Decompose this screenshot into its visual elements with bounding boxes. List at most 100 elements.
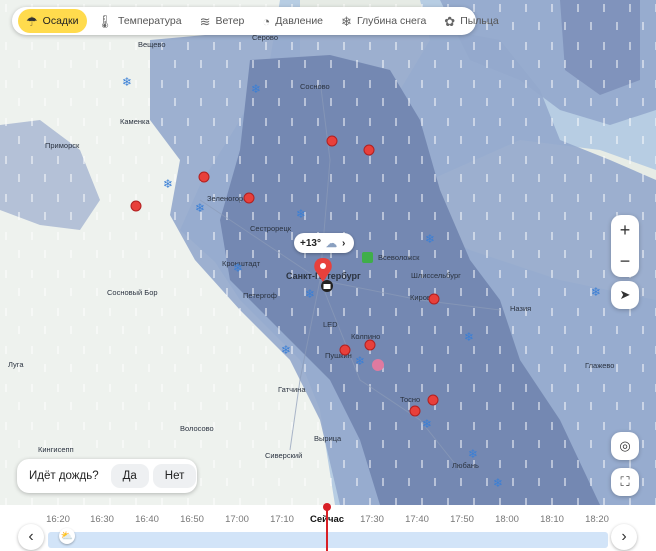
timeline-time-label[interactable]: 18:20 bbox=[585, 514, 609, 525]
snowflake-icon: ❄ bbox=[422, 417, 432, 431]
partly-cloudy-rain-icon: ☁ bbox=[325, 237, 337, 250]
umbrella-icon: ☂ bbox=[26, 13, 38, 29]
rain-question: Идёт дождь? bbox=[29, 470, 99, 482]
snowflake-icon: ❄ bbox=[233, 261, 243, 275]
place-label: Петергоф bbox=[243, 291, 277, 300]
pink-pollen-marker-icon bbox=[372, 359, 384, 371]
place-label: Тосно bbox=[400, 395, 420, 404]
place-label: Луга bbox=[8, 360, 24, 369]
timeline: 16:2016:3016:4016:5017:0017:10Сейчас17:3… bbox=[0, 505, 656, 551]
no-button[interactable]: Нет bbox=[152, 464, 197, 488]
timeline-time-label[interactable]: 17:10 bbox=[270, 514, 294, 525]
timeline-time-label[interactable]: 16:50 bbox=[180, 514, 204, 525]
weather-bubble[interactable]: +13° ☁ › bbox=[294, 233, 354, 253]
place-label: LED bbox=[323, 320, 338, 329]
snowflake-icon: ❄ bbox=[163, 177, 173, 191]
pollen-marker-icon bbox=[427, 394, 439, 406]
zoom-in-button[interactable]: + bbox=[611, 215, 639, 246]
tab-pressure[interactable]: ◔ Давление bbox=[254, 9, 331, 33]
tab-label: Давление bbox=[275, 15, 324, 27]
timeline-time-label[interactable]: 16:30 bbox=[90, 514, 114, 525]
timeline-time-label[interactable]: 18:10 bbox=[540, 514, 564, 525]
chevron-right-icon: › bbox=[621, 528, 627, 545]
current-time-dot bbox=[323, 503, 331, 511]
fullscreen-icon: ⛶ bbox=[620, 474, 630, 489]
snowflake-icon: ❄ bbox=[591, 285, 601, 299]
chevron-left-icon: ‹ bbox=[28, 528, 34, 545]
timeline-track[interactable] bbox=[48, 532, 608, 548]
place-label: Сосново bbox=[300, 82, 330, 91]
camera-marker-icon bbox=[321, 280, 333, 292]
current-time-marker bbox=[326, 505, 328, 551]
snowflake-icon: ❄ bbox=[305, 287, 315, 301]
place-label: Каменка bbox=[120, 117, 150, 126]
snowflake-icon: ❄ bbox=[122, 75, 132, 89]
snowflake-icon: ❄ bbox=[468, 447, 478, 461]
place-label: Сосновый Бор bbox=[107, 288, 158, 297]
place-label: Вещево bbox=[138, 40, 166, 49]
timeline-time-label[interactable]: 18:00 bbox=[495, 514, 519, 525]
snowflake-icon: ❄ bbox=[464, 330, 474, 344]
yes-button[interactable]: Да bbox=[110, 464, 149, 488]
timeline-time-label[interactable]: 17:50 bbox=[450, 514, 474, 525]
pollen-marker-icon bbox=[243, 192, 255, 204]
weather-cloud-icon: ⛅ bbox=[60, 530, 74, 542]
pressure-gauge-icon: ◔ bbox=[262, 13, 271, 29]
zoom-control: + − bbox=[611, 215, 639, 277]
thermometer-icon: 🌡 bbox=[96, 13, 114, 29]
tab-label: Осадки bbox=[42, 15, 79, 27]
pollen-marker-icon bbox=[130, 200, 142, 212]
snowflake-icon: ❄ bbox=[251, 82, 261, 96]
place-label: Любань bbox=[452, 461, 479, 470]
tab-pollen[interactable]: ✿ Пыльца bbox=[436, 9, 506, 33]
pollen-marker-icon bbox=[198, 171, 210, 183]
tab-label: Пыльца bbox=[460, 15, 499, 27]
snowflake-icon: ❄ bbox=[425, 232, 435, 246]
tab-label: Глубина снега bbox=[356, 15, 427, 27]
place-label: Всеволожск bbox=[378, 253, 420, 262]
timeline-prev-button[interactable]: ‹ bbox=[18, 524, 44, 550]
temperature-value: +13° bbox=[300, 237, 321, 249]
timeline-time-label[interactable]: 17:30 bbox=[360, 514, 384, 525]
place-label: Приморск bbox=[45, 141, 80, 150]
green-pollen-marker-icon bbox=[362, 252, 373, 263]
rain-feedback-panel: Идёт дождь? Да Нет bbox=[17, 459, 197, 493]
pollen-marker-icon bbox=[364, 339, 376, 351]
layer-tabs: ☂ Осадки 🌡 Температура ≋ Ветер ◔ Давлени… bbox=[12, 7, 499, 35]
timeline-next-button[interactable]: › bbox=[611, 524, 637, 550]
pollen-marker-icon bbox=[428, 293, 440, 305]
place-label: Вырица bbox=[314, 434, 342, 443]
pollen-marker-icon bbox=[326, 135, 338, 147]
locate-me-button[interactable]: ➤ bbox=[611, 281, 639, 309]
snowflake-icon: ❄ bbox=[493, 476, 503, 490]
fullscreen-button[interactable]: ⛶ bbox=[611, 468, 639, 496]
place-label: Волосово bbox=[180, 424, 214, 433]
timeline-time-label[interactable]: 17:00 bbox=[225, 514, 249, 525]
tab-precipitation[interactable]: ☂ Осадки bbox=[18, 9, 87, 33]
place-label: Глажево bbox=[585, 361, 614, 370]
timeline-time-label[interactable]: 17:40 bbox=[405, 514, 429, 525]
tab-label: Температура bbox=[118, 15, 182, 27]
layers-button[interactable]: ◎ bbox=[611, 432, 639, 460]
tab-temperature[interactable]: 🌡 Температура bbox=[89, 9, 190, 33]
snowflake-icon: ❄ bbox=[296, 207, 306, 221]
timeline-time-label[interactable]: 16:40 bbox=[135, 514, 159, 525]
place-label: Назия bbox=[510, 304, 531, 313]
place-label: Сиверский bbox=[265, 451, 302, 460]
pollen-flower-icon: ✿ bbox=[444, 13, 456, 29]
place-label: Кингисепп bbox=[38, 445, 74, 454]
tab-wind[interactable]: ≋ Ветер bbox=[192, 9, 253, 33]
place-label: Гатчина bbox=[278, 385, 306, 394]
place-label: Колпино bbox=[351, 332, 380, 341]
tab-snow-depth[interactable]: ❄ Глубина снега bbox=[333, 9, 434, 33]
place-label: Сестрорецк bbox=[250, 224, 292, 233]
snowflake-icon: ❄ bbox=[355, 354, 365, 368]
snowflake-icon: ❄ bbox=[281, 343, 291, 357]
pollen-marker-icon bbox=[409, 405, 421, 417]
timeline-time-label[interactable]: 16:20 bbox=[46, 514, 70, 525]
zoom-out-button[interactable]: − bbox=[611, 246, 639, 277]
timeline-handle[interactable]: ⛅ bbox=[59, 528, 75, 544]
weather-layers-icon: ◎ bbox=[619, 438, 631, 453]
place-label: Шлиссельбург bbox=[411, 271, 461, 280]
pollen-marker-icon bbox=[363, 144, 375, 156]
